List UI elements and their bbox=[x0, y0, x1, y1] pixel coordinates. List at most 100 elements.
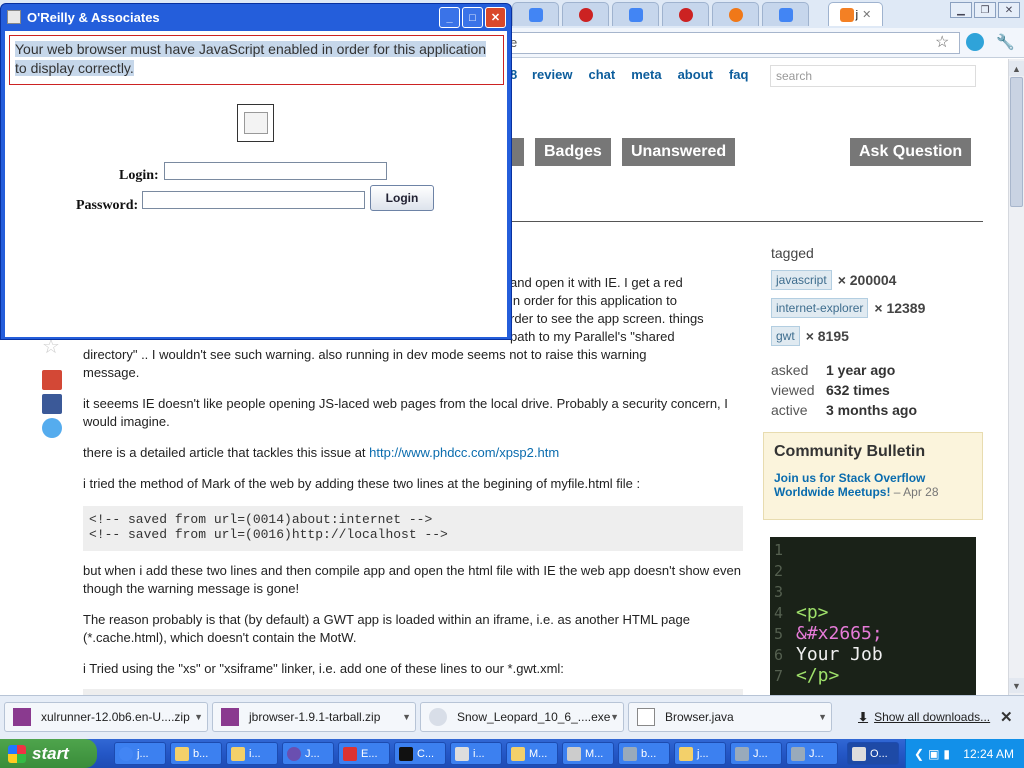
download-item[interactable]: jbrowser-1.9.1-tarball.zip ▼ bbox=[212, 702, 416, 732]
unanswered-button[interactable]: Unanswered bbox=[622, 138, 736, 166]
wrench-menu-icon[interactable]: 🔧 bbox=[996, 33, 1015, 51]
nav-about[interactable]: about bbox=[678, 67, 713, 82]
google-icon bbox=[628, 7, 643, 22]
taskbar-button[interactable]: M... bbox=[506, 742, 558, 765]
ad-code: &#x2665; bbox=[796, 623, 883, 644]
question-paragraph: it seeems IE doesn't like people opening… bbox=[83, 396, 728, 429]
ad-code: Your Job bbox=[796, 644, 883, 665]
ask-question-button[interactable]: Ask Question bbox=[850, 138, 972, 166]
close-icon[interactable]: ✕ bbox=[485, 7, 506, 28]
maximize-icon[interactable]: □ bbox=[462, 7, 483, 28]
chevron-down-icon[interactable]: ▼ bbox=[402, 712, 411, 722]
close-download-bar-icon[interactable]: ✕ bbox=[1000, 708, 1013, 726]
active-browser-tab[interactable]: j ✕ bbox=[828, 2, 883, 26]
clock[interactable]: 12:24 AM bbox=[963, 747, 1014, 761]
password-label: Password: bbox=[76, 198, 139, 213]
chevron-down-icon[interactable]: ▼ bbox=[610, 712, 619, 722]
stat-key: viewed bbox=[771, 382, 815, 398]
tag-row: gwt × 8195 bbox=[771, 326, 849, 346]
login-button[interactable]: Login bbox=[370, 185, 434, 211]
taskbar-button[interactable]: E... bbox=[338, 742, 390, 765]
bookmark-star-icon[interactable]: ☆ bbox=[935, 32, 949, 52]
ad-line: 6 Your Job bbox=[774, 644, 972, 665]
close-icon[interactable]: ✕ bbox=[998, 2, 1020, 18]
taskbar-button[interactable]: J... bbox=[282, 742, 334, 765]
tag-javascript[interactable]: javascript bbox=[771, 270, 832, 290]
ad-line: 7 </p> bbox=[774, 665, 972, 686]
taskbar-button[interactable]: b... bbox=[170, 742, 222, 765]
browser-tab[interactable] bbox=[612, 2, 659, 26]
start-label: start bbox=[32, 743, 69, 763]
twitter-icon[interactable] bbox=[42, 418, 62, 438]
browser-tab[interactable] bbox=[512, 2, 559, 26]
taskbar-button[interactable]: i... bbox=[450, 742, 502, 765]
scroll-up-icon[interactable]: ▲ bbox=[1009, 61, 1024, 76]
restore-icon[interactable]: ❐ bbox=[974, 2, 996, 18]
password-input[interactable] bbox=[142, 191, 365, 209]
phdcc-link[interactable]: http://www.phdcc.com/xpsp2.htm bbox=[369, 445, 559, 460]
taskbar-button[interactable]: M... bbox=[562, 742, 614, 765]
ad-code: <p> bbox=[796, 602, 829, 623]
facebook-icon[interactable] bbox=[42, 394, 62, 414]
taskbar-button[interactable]: i... bbox=[226, 742, 278, 765]
chevron-down-icon[interactable]: ▼ bbox=[194, 712, 203, 722]
browser-tab[interactable] bbox=[762, 2, 809, 26]
address-bar[interactable]: e bbox=[505, 32, 960, 54]
download-item[interactable]: Browser.java ▼ bbox=[628, 702, 832, 732]
paragraph-text: there is a detailed article that tackles… bbox=[83, 445, 370, 460]
scroll-down-icon[interactable]: ▼ bbox=[1009, 678, 1024, 693]
google-icon bbox=[528, 7, 543, 22]
download-item[interactable]: xulrunner-12.0b6.en-U....zip ▼ bbox=[4, 702, 208, 732]
taskbar-label: M... bbox=[529, 747, 548, 760]
search-input[interactable]: search bbox=[770, 65, 976, 87]
badges-button[interactable]: Badges bbox=[535, 138, 611, 166]
tray-expand-icon[interactable]: ❮ bbox=[914, 747, 924, 761]
network-icon[interactable]: ▣ bbox=[928, 747, 939, 761]
taskbar-button[interactable]: J... bbox=[786, 742, 838, 765]
folder-icon bbox=[231, 746, 245, 761]
minimize-icon[interactable]: ▁ bbox=[950, 2, 972, 18]
taskbar-label: J... bbox=[753, 747, 768, 760]
nav-chat[interactable]: chat bbox=[588, 67, 615, 82]
nav-faq[interactable]: faq bbox=[729, 67, 749, 82]
login-input[interactable] bbox=[164, 162, 387, 180]
browser-tab[interactable] bbox=[712, 2, 759, 26]
questions-button-partial[interactable] bbox=[510, 138, 524, 166]
warning-text: Your web browser must have JavaScript en… bbox=[15, 41, 487, 76]
nav-meta[interactable]: meta bbox=[631, 67, 661, 82]
google-plus-icon[interactable] bbox=[42, 370, 62, 390]
taskbar-button-active[interactable]: O... bbox=[847, 742, 899, 765]
nav-review[interactable]: review bbox=[532, 67, 572, 82]
scroll-thumb[interactable] bbox=[1010, 77, 1023, 207]
taskbar-label: C... bbox=[417, 747, 435, 760]
line-number: 6 bbox=[774, 645, 784, 664]
browser-tab[interactable] bbox=[662, 2, 709, 26]
folder-icon bbox=[511, 746, 525, 761]
show-all-downloads-link[interactable]: ⬇ Show all downloads... bbox=[858, 710, 990, 724]
java-app-icon bbox=[852, 746, 866, 761]
jobs-ad[interactable]: 1 2 3 4 <p> 5 &#x2665; 6 Your Job 7 </p> bbox=[770, 537, 976, 695]
code-block: <!-- saved from url=(0014)about:internet… bbox=[83, 506, 743, 551]
window-titlebar[interactable]: O'Reilly & Associates bbox=[1, 4, 511, 30]
skype-extension-icon[interactable] bbox=[966, 33, 984, 51]
page-scrollbar[interactable]: ▲ ▼ bbox=[1008, 59, 1024, 695]
minimize-icon[interactable]: _ bbox=[439, 7, 460, 28]
tag-gwt[interactable]: gwt bbox=[771, 326, 800, 346]
battery-icon[interactable]: ▮ bbox=[943, 747, 950, 761]
close-tab-icon[interactable]: ✕ bbox=[862, 8, 871, 21]
firefox-icon bbox=[728, 7, 743, 22]
winrar-icon bbox=[221, 708, 239, 726]
line-number: 5 bbox=[774, 624, 784, 643]
taskbar-button[interactable]: J... bbox=[730, 742, 782, 765]
chevron-down-icon[interactable]: ▼ bbox=[818, 712, 827, 722]
taskbar-button[interactable]: j... bbox=[674, 742, 726, 765]
taskbar-button[interactable]: j... bbox=[114, 742, 166, 765]
folder-icon bbox=[679, 746, 693, 761]
tag-internet-explorer[interactable]: internet-explorer bbox=[771, 298, 869, 318]
taskbar-label: b... bbox=[193, 747, 209, 760]
start-button[interactable]: start bbox=[0, 739, 97, 768]
browser-tab[interactable] bbox=[562, 2, 609, 26]
taskbar-button[interactable]: b... bbox=[618, 742, 670, 765]
taskbar-button[interactable]: C... bbox=[394, 742, 446, 765]
download-item[interactable]: Snow_Leopard_10_6_....exe ▼ bbox=[420, 702, 624, 732]
